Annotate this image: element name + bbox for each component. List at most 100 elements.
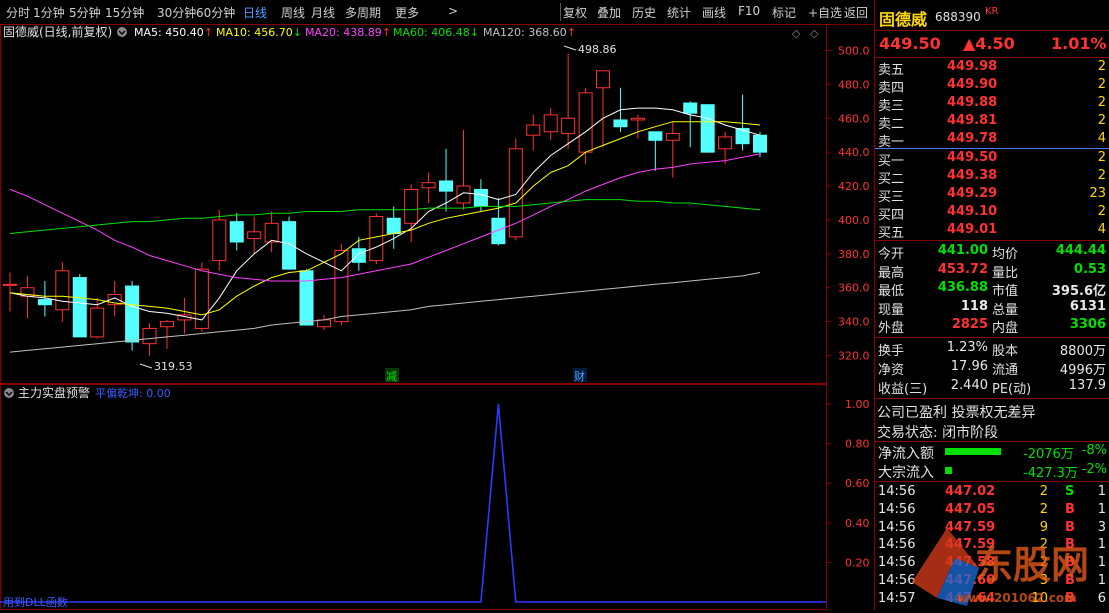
bid-price: 449.01 xyxy=(947,222,998,237)
ma60-line xyxy=(9,199,761,234)
candle xyxy=(753,131,767,158)
tick-row: 14:56 447.02 2 S 1 xyxy=(875,484,1109,502)
stat-label: 市值 xyxy=(992,284,1019,299)
stat-label: 总量 xyxy=(992,302,1019,318)
candle-body xyxy=(596,70,611,89)
flow-pct: -2% xyxy=(1081,462,1107,477)
stat-value: 441.00 xyxy=(937,243,988,258)
quote-panel: 固德威 688390 KR 449.50 ▲4.50 1.01% 卖五 449.9… xyxy=(874,0,1109,610)
period-tab-4[interactable]: 30分钟 xyxy=(157,4,196,21)
candle-body xyxy=(142,327,157,345)
bid-label: 买四 xyxy=(878,208,905,223)
ma-lines-group xyxy=(9,107,761,353)
candle xyxy=(526,114,541,151)
more-chevron-icon[interactable]: > xyxy=(448,4,458,18)
indicator-group: 1.00 0.80 0.60 0.40 0.20 xyxy=(0,398,870,603)
stat-value: 118 xyxy=(960,298,988,314)
toolbar-action-8[interactable]: 返回 xyxy=(844,4,868,21)
toolbar-action-4[interactable]: 画线 xyxy=(702,4,726,21)
candle-body xyxy=(37,299,52,306)
candle-body xyxy=(613,119,628,128)
ask-volume: 2 xyxy=(1097,95,1106,110)
candle xyxy=(316,314,331,331)
tick-side: B xyxy=(1065,501,1075,517)
toolbar-action-6[interactable]: 标记 xyxy=(772,4,796,21)
period-tab-9[interactable]: 多周期 xyxy=(345,4,381,21)
indicator-collapse-icon[interactable] xyxy=(4,388,14,398)
candle xyxy=(264,211,279,253)
candle-body xyxy=(491,217,506,245)
stat-label: 均价 xyxy=(992,247,1019,262)
indicator-tick-label: 0.40 xyxy=(845,517,870,530)
ma120-line xyxy=(9,272,761,353)
candle-body xyxy=(351,248,366,263)
candle-body xyxy=(3,283,17,286)
candle-body xyxy=(212,219,227,262)
candle xyxy=(421,172,436,203)
bid-label: 买二 xyxy=(878,172,905,187)
event-marker-jian-label: 减 xyxy=(386,370,397,383)
ask-label: 卖五 xyxy=(878,63,905,78)
stat-label: 现量 xyxy=(878,302,905,318)
candle xyxy=(55,262,70,322)
indicator-frame xyxy=(0,384,827,610)
toolbar-action-3[interactable]: 统计 xyxy=(667,4,691,21)
candle xyxy=(386,206,401,249)
stat-label: 内盘 xyxy=(992,321,1019,336)
bid-label: 买一 xyxy=(878,154,905,169)
period-tab-2[interactable]: 5分钟 xyxy=(69,4,101,21)
toolbar-action-1[interactable]: 叠加 xyxy=(597,4,621,21)
candle xyxy=(700,104,715,153)
indicator-series-label: 平偏乾坤: 0.00 xyxy=(95,386,171,400)
fund-label: 流通 xyxy=(992,363,1019,378)
candle xyxy=(404,184,419,242)
last-price: 449.50 xyxy=(879,34,941,53)
ask-row: 卖一 449.78 4 xyxy=(875,131,1109,150)
ask-volume: 2 xyxy=(1097,113,1106,128)
tick-time: 14:56 xyxy=(878,501,916,517)
fund-row: 收益(三) 2.440 PE(动) 137.9 xyxy=(875,378,1109,397)
candle-body xyxy=(316,319,331,328)
stat-label: 最低 xyxy=(878,284,905,299)
price-change-pct: 1.01% xyxy=(1051,34,1107,53)
stat-label: 量比 xyxy=(992,265,1019,281)
period-tab-3[interactable]: 15分钟 xyxy=(105,4,144,21)
stat-value: 2825 xyxy=(951,317,988,332)
diamond-icon[interactable]: ◇ xyxy=(792,27,801,40)
candle-body xyxy=(229,221,244,243)
toolbar-action-2[interactable]: 历史 xyxy=(632,4,656,21)
period-tab-0[interactable]: 分时 xyxy=(6,4,30,21)
period-tab-5[interactable]: 60分钟 xyxy=(196,4,235,21)
candle xyxy=(718,131,733,165)
period-tab-8[interactable]: 月线 xyxy=(311,4,335,21)
chart-title-collapse-icon[interactable] xyxy=(117,27,127,37)
candle xyxy=(299,269,314,326)
candle xyxy=(630,114,645,139)
stat-value: 395.6亿 xyxy=(1051,284,1106,299)
flow-bar xyxy=(945,467,952,474)
diamond-icon-2[interactable]: ◇ xyxy=(810,27,819,40)
period-tab-6[interactable]: 日线 xyxy=(243,4,267,21)
indicator-tick-label: 0.60 xyxy=(845,477,870,490)
kline-chart-area[interactable]: 500.0 480.0 460.0 440.0 420.0 400.0 380.0 360.0… xyxy=(0,24,874,610)
trade-status-row: 交易状态: 闭市阶段 xyxy=(875,422,1109,441)
tick-price: 447.05 xyxy=(945,501,996,517)
stat-row: 外盘 2825 内盘 3306 xyxy=(875,317,1109,336)
toolbar-action-5[interactable]: F10 xyxy=(738,4,760,18)
candle-body xyxy=(386,217,401,235)
period-tab-7[interactable]: 周线 xyxy=(281,4,305,21)
ma-legend-1: MA10: 456.70↓ xyxy=(216,26,302,39)
watermark-logo: 东股网 www.201062.com xyxy=(897,520,1107,608)
ask-label: 卖二 xyxy=(878,117,905,132)
candle xyxy=(596,70,611,148)
bid-price: 449.29 xyxy=(947,186,998,201)
candle-body xyxy=(159,321,174,328)
stat-value: 3306 xyxy=(1069,317,1106,332)
period-tab-1[interactable]: 1分钟 xyxy=(33,4,65,21)
toolbar-action-0[interactable]: 复权 xyxy=(563,4,587,21)
chart-canvas[interactable]: 500.0 480.0 460.0 440.0 420.0 400.0 380.0 360.0… xyxy=(0,24,874,610)
period-tab-10[interactable]: 更多 xyxy=(395,4,419,21)
toolbar-action-7[interactable]: +自选 xyxy=(808,4,842,21)
fund-value: 137.9 xyxy=(1068,378,1106,393)
price-tick-label: 340.0 xyxy=(838,316,870,329)
